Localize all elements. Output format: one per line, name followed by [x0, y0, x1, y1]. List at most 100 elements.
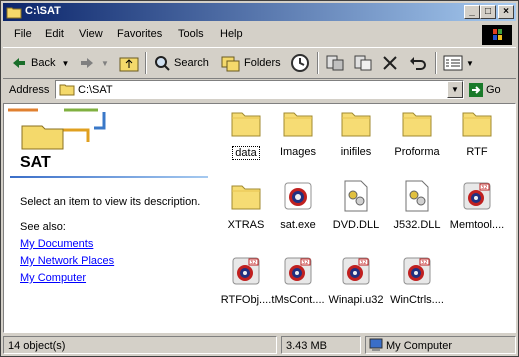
go-arrow-icon [469, 83, 483, 97]
status-bar: 14 object(s) 3.43 MB My Computer [3, 335, 516, 355]
search-icon [155, 56, 170, 71]
file-item[interactable]: DVD.DLL [326, 180, 386, 231]
u32-icon: 32 [461, 180, 493, 212]
address-input[interactable]: C:\SAT ▼ [55, 80, 464, 99]
address-label: Address [9, 84, 50, 96]
folder-icon [401, 107, 433, 139]
link-my-computer[interactable]: My Computer [20, 272, 86, 284]
file-name: RTFObj.... [220, 294, 272, 306]
views-button[interactable]: ▼ [443, 52, 474, 74]
svg-text:32: 32 [481, 185, 487, 191]
folder-icon [230, 107, 262, 139]
back-button[interactable]: Back ▼ [11, 52, 69, 74]
file-item[interactable]: Images [268, 107, 328, 158]
file-item[interactable]: Proforma [387, 107, 447, 158]
search-button[interactable]: Search [153, 52, 209, 74]
title-bar[interactable]: C:\SAT _ □ × [3, 3, 516, 21]
u32-icon: 32 [230, 255, 262, 287]
search-label: Search [174, 57, 209, 69]
u32-icon: 32 [401, 255, 433, 287]
dll-icon [401, 180, 433, 212]
toolbar-separator [435, 52, 437, 74]
file-item[interactable]: 32 WinCtrls.... [387, 255, 447, 306]
exe-icon [282, 180, 314, 212]
u32-icon: 32 [282, 255, 314, 287]
file-name: Proforma [394, 146, 440, 158]
file-item[interactable]: data [216, 107, 276, 163]
u32-icon: 32 [340, 255, 372, 287]
menu-view[interactable]: View [79, 28, 103, 40]
file-item[interactable]: 32 RTFObj.... [216, 255, 276, 306]
delete-button[interactable] [381, 52, 399, 74]
history-button[interactable] [290, 52, 310, 74]
windows-logo-icon [482, 25, 512, 45]
menu-help[interactable]: Help [220, 28, 243, 40]
file-name: Images [279, 146, 317, 158]
back-label: Back [31, 57, 56, 69]
menu-bar: File Edit View Favorites Tools Help [3, 23, 516, 45]
address-dropdown-button[interactable]: ▼ [447, 81, 463, 98]
file-item[interactable]: 32 Memtool.... [447, 180, 507, 231]
see-also-label: See also: [20, 221, 66, 233]
file-item[interactable]: inifiles [326, 107, 386, 158]
folder-icon [59, 84, 75, 96]
go-label: Go [486, 84, 501, 96]
file-name: inifiles [340, 146, 372, 158]
dll-icon [340, 180, 372, 212]
copy-to-icon [354, 55, 372, 71]
file-name: J532.DLL [393, 219, 441, 231]
go-button[interactable]: Go [469, 83, 501, 97]
file-item[interactable]: 32 Winapi.u32 [326, 255, 386, 306]
status-size: 3.43 MB [281, 336, 361, 354]
copy-to-button[interactable] [353, 52, 373, 74]
toolbar-separator [317, 52, 319, 74]
svg-text:32: 32 [250, 260, 256, 266]
menu-file[interactable]: File [14, 28, 32, 40]
maximize-button[interactable]: □ [480, 5, 496, 19]
file-name: WinCtrls.... [390, 294, 444, 306]
svg-text:32: 32 [302, 260, 308, 266]
chevron-down-icon[interactable]: ▼ [101, 59, 109, 68]
menu-tools[interactable]: Tools [178, 28, 204, 40]
delete-icon [383, 56, 397, 70]
file-item[interactable]: J532.DLL [387, 180, 447, 231]
forward-arrow-icon [81, 58, 93, 68]
webview-pane: SAT Select an item to view its descripti… [4, 104, 210, 332]
folders-label: Folders [244, 57, 281, 69]
move-to-button[interactable] [325, 52, 345, 74]
file-item[interactable]: RTF [447, 107, 507, 158]
minimize-button[interactable]: _ [464, 5, 480, 19]
views-icon [443, 55, 463, 71]
file-item[interactable]: 32 tMsCont.... [268, 255, 328, 306]
folder-icon [282, 107, 314, 139]
svg-text:32: 32 [360, 260, 366, 266]
up-folder-button[interactable] [119, 52, 139, 74]
forward-button[interactable]: ▼ [79, 52, 109, 74]
file-item[interactable]: XTRAS [216, 180, 276, 231]
folder-title: SAT [20, 154, 51, 171]
file-name: RTF [466, 146, 488, 158]
undo-icon [410, 57, 426, 70]
window-title: C:\SAT [25, 5, 61, 17]
menu-favorites[interactable]: Favorites [117, 28, 162, 40]
undo-button[interactable] [408, 52, 428, 74]
standard-toolbar: Back ▼ ▼ Search Folders ▼ [3, 47, 516, 79]
menu-edit[interactable]: Edit [45, 28, 64, 40]
back-arrow-icon [13, 58, 25, 68]
folder-icon [6, 7, 22, 19]
description-text: Select an item to view its description. [20, 196, 201, 208]
folders-button[interactable]: Folders [221, 52, 281, 74]
chevron-down-icon[interactable]: ▼ [61, 59, 69, 68]
chevron-down-icon[interactable]: ▼ [466, 59, 474, 68]
up-folder-icon [119, 57, 139, 72]
file-name: DVD.DLL [332, 219, 380, 231]
file-name: tMsCont.... [271, 294, 325, 306]
folders-icon [221, 56, 240, 72]
close-button[interactable]: × [498, 5, 514, 19]
file-name: Winapi.u32 [328, 294, 384, 306]
link-my-network-places[interactable]: My Network Places [20, 255, 114, 267]
status-zone: My Computer [365, 336, 516, 354]
link-my-documents[interactable]: My Documents [20, 238, 93, 250]
file-item[interactable]: sat.exe [268, 180, 328, 231]
file-name: data [232, 146, 260, 160]
